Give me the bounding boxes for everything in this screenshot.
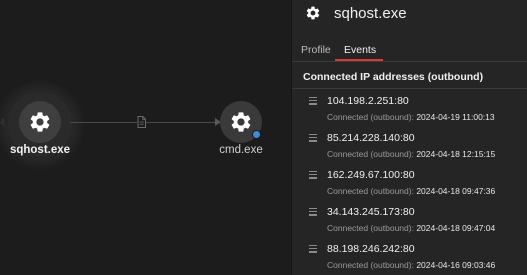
list-item[interactable]: 34.143.245.173:80 Connected (outbound): … (292, 203, 527, 239)
tab-events[interactable]: Events (344, 44, 376, 56)
list-item[interactable]: 104.198.2.251:80 Connected (outbound): 2… (292, 92, 527, 128)
gear-icon (306, 6, 320, 20)
list-item[interactable]: 85.214.228.140:80 Connected (outbound): … (292, 129, 527, 165)
gear-icon (30, 112, 50, 132)
drag-handle-icon[interactable] (309, 171, 317, 179)
panel-title: sqhost.exe (334, 5, 407, 22)
tab-profile[interactable]: Profile (301, 44, 331, 56)
event-ip-address: 104.198.2.251:80 (327, 95, 409, 107)
drag-handle-icon[interactable] (309, 97, 317, 105)
drag-handle-icon[interactable] (309, 245, 317, 253)
event-label: Connected (outbound): (327, 112, 414, 122)
event-meta: Connected (outbound): 2024-04-19 11:00:1… (327, 112, 495, 122)
event-meta: Connected (outbound): 2024-04-18 12:15:1… (327, 149, 495, 159)
event-ip-address: 162.249.67.100:80 (327, 169, 415, 181)
event-meta: Connected (outbound): 2024-04-16 09:03:4… (327, 260, 495, 270)
process-node-label: cmd.exe (219, 144, 263, 156)
event-ip-address: 85.214.228.140:80 (327, 132, 415, 144)
event-timestamp: 2024-04-16 09:03:46 (416, 260, 496, 270)
node-status-dot (252, 130, 261, 139)
event-ip-address: 88.198.246.242:80 (327, 243, 415, 255)
list-item[interactable]: 88.198.246.242:80 Connected (outbound): … (292, 240, 527, 275)
section-title: Connected IP addresses (outbound) (303, 71, 484, 83)
panel-header: sqhost.exe (292, 0, 527, 30)
section-divider (292, 88, 527, 89)
event-timestamp: 2024-04-18 12:15:15 (416, 149, 496, 159)
event-label: Connected (outbound): (327, 186, 414, 196)
event-timestamp: 2024-04-18 09:47:04 (416, 223, 496, 233)
drag-handle-icon[interactable] (309, 134, 317, 142)
details-panel: sqhost.exe Profile Events Connected IP a… (291, 0, 527, 275)
event-label: Connected (outbound): (327, 260, 414, 270)
list-item[interactable]: 162.249.67.100:80 Connected (outbound): … (292, 166, 527, 202)
event-timestamp: 2024-04-19 11:00:13 (416, 112, 495, 122)
event-label: Connected (outbound): (327, 149, 414, 159)
graph-canvas[interactable]: sqhost.exe cmd.exe (0, 0, 291, 275)
event-timestamp: 2024-04-18 09:47:36 (416, 186, 496, 196)
event-meta: Connected (outbound): 2024-04-18 09:47:0… (327, 223, 495, 233)
panel-tabs: Profile Events (292, 40, 527, 62)
event-ip-address: 34.143.245.173:80 (327, 206, 415, 218)
drag-handle-icon[interactable] (309, 208, 317, 216)
event-label: Connected (outbound): (327, 223, 414, 233)
gear-icon (231, 112, 251, 132)
active-tab-indicator (335, 59, 383, 61)
document-icon (137, 115, 146, 128)
process-node-label: sqhost.exe (9, 144, 71, 156)
process-node-sqhost[interactable] (19, 101, 61, 143)
event-meta: Connected (outbound): 2024-04-18 09:47:3… (327, 186, 495, 196)
